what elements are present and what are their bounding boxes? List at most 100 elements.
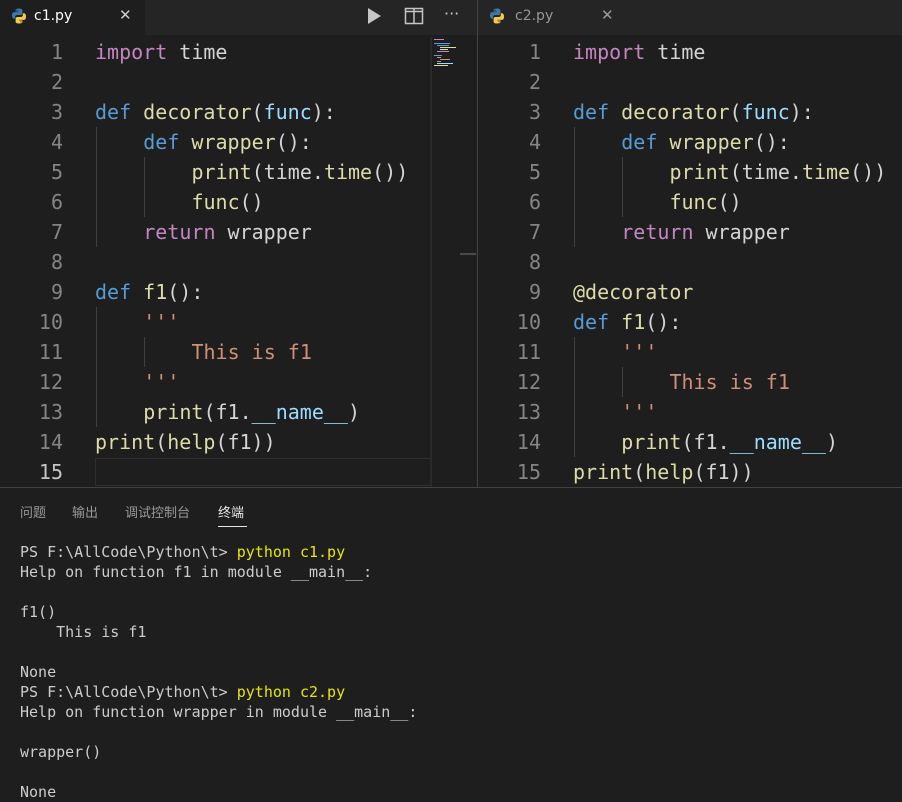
code-text: ''' [621, 337, 657, 367]
code-token: func [263, 100, 312, 124]
code-line[interactable]: 10 ''' [0, 307, 477, 337]
code-token: ): [789, 100, 814, 124]
line-number: 5 [50, 160, 63, 184]
code-text: def wrapper(): [621, 127, 790, 157]
scrollbar-left[interactable] [430, 37, 432, 487]
code-token: ''' [143, 310, 180, 334]
code-line[interactable]: 1 import time [0, 37, 477, 67]
code-line[interactable]: 14 print(f1.__name__) [478, 427, 902, 457]
code-token: ''' [621, 340, 658, 364]
code-line[interactable]: 12 This is f1 [478, 367, 902, 397]
close-icon[interactable]: ✕ [119, 6, 132, 24]
tab-output[interactable]: 输出 [72, 502, 98, 521]
code-token: wrapper [669, 130, 754, 154]
code-line[interactable]: 4 def wrapper(): [0, 127, 477, 157]
tab-c1-py[interactable]: c1.py ✕ [0, 0, 145, 35]
close-icon[interactable]: ✕ [601, 6, 614, 24]
code-line[interactable]: 12 ''' [0, 367, 477, 397]
code-text: print(time.time()) [191, 157, 408, 187]
code-text: ''' [621, 397, 657, 427]
indent-guide [574, 187, 575, 217]
code-token: def [95, 100, 132, 124]
code-line[interactable]: 1 import time [478, 37, 902, 67]
code-text: import time [573, 37, 705, 67]
line-number: 4 [528, 130, 541, 154]
terminal-line: f1() [20, 603, 57, 621]
code-line[interactable]: 9 def f1(): [0, 277, 477, 307]
terminal-command: python c2.py [236, 683, 346, 701]
code-text: @decorator [573, 277, 693, 307]
code-token: ( [251, 100, 264, 124]
line-number: 11 [516, 340, 541, 364]
code-text: print(f1.__name__) [621, 427, 838, 457]
code-line[interactable]: 2 [478, 67, 902, 97]
line-number: 11 [38, 340, 63, 364]
code-line[interactable]: 3 def decorator(func): [0, 97, 477, 127]
editor-pane-right[interactable]: c2.py ✕ 1 import time 2 3 def decorator(func… [478, 0, 902, 487]
editor-pane-left[interactable]: c1.py ✕ ··· 1 import time 2 3 def decorator(… [0, 0, 477, 487]
code-line[interactable]: 14 print(help(f1)) [0, 427, 477, 457]
split-editor-button[interactable] [403, 5, 425, 27]
run-button[interactable] [363, 5, 385, 27]
terminal-line: PS F:\AllCode\Python\t> python c2.py [20, 682, 417, 702]
code-line[interactable]: 13 ''' [478, 397, 902, 427]
current-line-highlight [95, 458, 431, 486]
tab-c2-py[interactable]: c2.py ✕ [478, 0, 626, 35]
line-number: 7 [50, 220, 63, 244]
code-text: def decorator(func): [573, 97, 814, 127]
code-line[interactable]: 8 [0, 247, 477, 277]
tab-problems[interactable]: 问题 [20, 502, 46, 521]
code-editor-right[interactable]: 1 import time 2 3 def decorator(func): 4 def w… [478, 37, 902, 487]
code-token: def [573, 310, 610, 334]
tab-debug-console[interactable]: 调试控制台 [125, 502, 190, 521]
code-line[interactable]: 7 return wrapper [0, 217, 477, 247]
indent-guide [622, 157, 624, 187]
python-icon [488, 7, 506, 25]
code-line[interactable]: 7 return wrapper [478, 217, 902, 247]
code-line[interactable]: 13 print(f1.__name__) [0, 397, 477, 427]
line-number: 15 [38, 460, 63, 484]
line-number: 13 [38, 400, 63, 424]
code-line[interactable]: 2 [0, 67, 477, 97]
indent-guide [96, 337, 97, 367]
code-line[interactable]: 5 print(time.time()) [0, 157, 477, 187]
code-token: print [95, 430, 156, 454]
code-line[interactable]: 6 func() [478, 187, 902, 217]
python-icon [10, 7, 28, 25]
tab-terminal[interactable]: 终端 [218, 502, 244, 521]
code-line[interactable]: 6 func() [0, 187, 477, 217]
code-line[interactable]: 9 @decorator [478, 277, 902, 307]
code-line[interactable]: 11 ''' [478, 337, 902, 367]
code-token: (time. [729, 160, 802, 184]
minimap-left[interactable] [432, 37, 460, 67]
overview-ruler-mark [460, 253, 476, 255]
code-token: print [573, 460, 634, 484]
code-token: () [717, 190, 742, 214]
code-text: return wrapper [621, 217, 790, 247]
code-line[interactable]: 11 This is f1 [0, 337, 477, 367]
code-line[interactable]: 15 print(help(f1)) [478, 457, 902, 487]
code-line[interactable]: 10 def f1(): [478, 307, 902, 337]
code-token: f1 [143, 280, 168, 304]
line-number: 14 [516, 430, 541, 454]
terminal-line: Help on function f1 in module __main__: [20, 563, 373, 581]
code-token: This is f1 [669, 370, 790, 394]
code-line[interactable]: 8 [478, 247, 902, 277]
code-token: wrapper [215, 220, 312, 244]
code-editor-left[interactable]: 1 import time 2 3 def decorator(func): 4 def w… [0, 37, 477, 487]
terminal-prompt: PS F:\AllCode\Python\t> [20, 543, 237, 561]
more-actions-button[interactable]: ··· [444, 4, 466, 26]
line-number: 5 [528, 160, 541, 184]
code-line[interactable]: 4 def wrapper(): [478, 127, 902, 157]
code-token: (f1)) [215, 430, 276, 454]
code-token: import [95, 40, 168, 64]
code-token: time [801, 160, 851, 184]
code-text: def f1(): [573, 307, 681, 337]
code-line[interactable]: 5 print(time.time()) [478, 157, 902, 187]
terminal-output[interactable]: PS F:\AllCode\Python\t> python c1.py Help… [20, 542, 417, 802]
code-token: help [645, 460, 694, 484]
code-line[interactable]: 3 def decorator(func): [478, 97, 902, 127]
